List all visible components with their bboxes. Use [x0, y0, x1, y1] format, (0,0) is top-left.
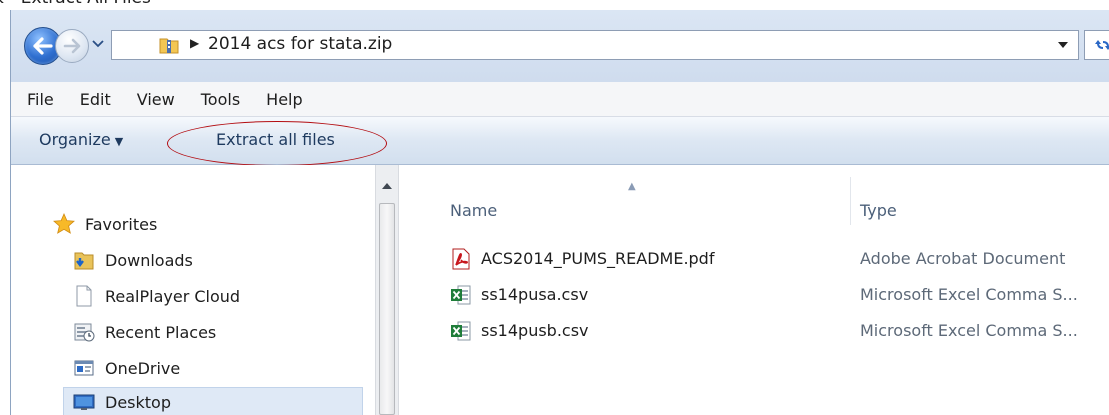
recent-pages-dropdown[interactable]: [91, 37, 105, 51]
organize-button[interactable]: Organize ▼: [39, 130, 123, 149]
breadcrumb-current[interactable]: 2014 acs for stata.zip: [208, 34, 392, 54]
scrollbar-thumb[interactable]: [379, 203, 395, 415]
address-bar[interactable]: ▶ 2014 acs for stata.zip: [111, 30, 1079, 60]
excel-csv-icon: [451, 285, 471, 305]
nav-item-label: Recent Places: [105, 322, 217, 342]
nav-item-onedrive[interactable]: OneDrive: [73, 353, 180, 383]
onedrive-icon: [74, 360, 94, 376]
menu-tools[interactable]: Tools: [201, 90, 240, 109]
column-header-type[interactable]: Type: [860, 201, 897, 220]
chevron-up-icon: [382, 182, 392, 189]
nav-item-label: Downloads: [105, 250, 193, 270]
nav-item-label: Favorites: [85, 214, 158, 234]
forward-arrow-icon: [63, 38, 81, 54]
blank-page-icon: [76, 285, 92, 307]
nav-item-recent-places[interactable]: Recent Places: [73, 317, 216, 347]
file-row[interactable]: ss14pusb.csv Microsoft Excel Comma S...: [400, 316, 1109, 346]
star-icon: [53, 213, 75, 234]
sort-ascending-icon: ▲: [628, 181, 636, 192]
scroll-up-button[interactable]: [376, 177, 398, 193]
file-name: ss14pusa.csv: [481, 285, 589, 304]
downloads-folder-icon: [74, 252, 94, 270]
column-divider[interactable]: [850, 177, 851, 225]
column-header-name[interactable]: Name: [450, 201, 497, 220]
nav-item-label: OneDrive: [105, 358, 181, 378]
excel-csv-icon: [451, 321, 471, 341]
chevron-down-icon: ▼: [114, 135, 124, 148]
file-type: Microsoft Excel Comma S...: [860, 285, 1078, 304]
caption-text: k - Extract All Files: [0, 0, 151, 8]
nav-item-desktop[interactable]: Desktop: [63, 387, 363, 415]
menu-bar: File Edit View Tools Help: [11, 82, 1109, 117]
nav-item-favorites[interactable]: Favorites: [53, 209, 157, 239]
refresh-button[interactable]: [1084, 30, 1109, 60]
file-list: ▲ Name Type ACS2014_PUMS_README.pdf Adob…: [400, 165, 1109, 415]
explorer-window: ▶ 2014 acs for stata.zip File Edit View …: [10, 10, 1109, 415]
nav-item-label: RealPlayer Cloud: [105, 286, 241, 306]
annotation-circle: [167, 121, 387, 166]
file-name: ss14pusb.csv: [481, 321, 589, 340]
menu-edit[interactable]: Edit: [80, 90, 111, 109]
menu-view[interactable]: View: [137, 90, 175, 109]
navigation-pane-scrollbar[interactable]: [375, 165, 399, 415]
address-area: ▶ 2014 acs for stata.zip: [11, 10, 1109, 82]
file-type: Microsoft Excel Comma S...: [860, 321, 1078, 340]
menu-help[interactable]: Help: [266, 90, 302, 109]
chevron-down-icon: [92, 40, 104, 48]
forward-button[interactable]: [55, 29, 89, 63]
file-row[interactable]: ACS2014_PUMS_README.pdf Adobe Acrobat Do…: [400, 244, 1109, 274]
recent-places-icon: [74, 323, 95, 342]
file-type: Adobe Acrobat Document: [860, 249, 1066, 268]
file-name: ACS2014_PUMS_README.pdf: [481, 249, 715, 268]
nav-item-downloads[interactable]: Downloads: [73, 245, 193, 275]
file-row[interactable]: ss14pusa.csv Microsoft Excel Comma S...: [400, 280, 1109, 310]
breadcrumb-chevron-icon[interactable]: ▶: [190, 36, 199, 50]
menu-file[interactable]: File: [27, 90, 54, 109]
nav-item-realplayer-cloud[interactable]: RealPlayer Cloud: [73, 281, 240, 311]
address-dropdown[interactable]: [1056, 38, 1070, 52]
back-arrow-icon: [33, 37, 53, 55]
refresh-icon: [1094, 40, 1109, 50]
organize-label: Organize: [39, 130, 111, 149]
nav-item-label: Desktop: [105, 392, 171, 412]
chevron-down-icon: [1058, 41, 1068, 48]
zip-folder-icon: [159, 38, 179, 54]
pdf-icon: [452, 248, 470, 270]
desktop-icon: [73, 394, 95, 410]
navigation-pane: Favorites Downloads RealPlayer Cloud Rec…: [11, 165, 399, 415]
